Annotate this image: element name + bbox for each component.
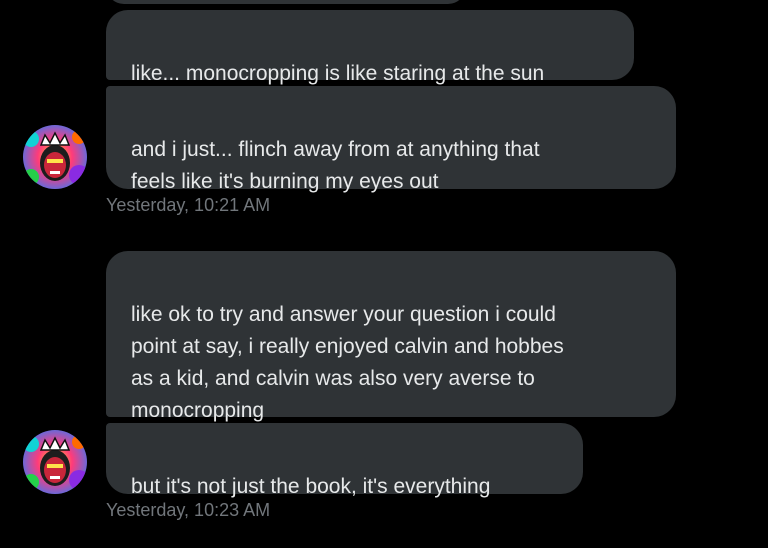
sender-avatar[interactable] <box>23 430 87 494</box>
message-text: but it's not just the book, it's everyth… <box>131 475 491 498</box>
message-bubble[interactable]: like... monocropping is like staring at … <box>106 10 634 85</box>
message-bubble[interactable]: and i just... flinch away from at anythi… <box>106 86 676 193</box>
message-bubble[interactable]: like ok to try and answer your question … <box>106 251 676 422</box>
message-text: like... monocropping is like staring at … <box>131 62 545 85</box>
message-text: and i just... flinch away from at anythi… <box>131 138 540 193</box>
message-timestamp: Yesterday, 10:23 AM <box>106 500 271 520</box>
message-bubble[interactable]: but it's not just the book, it's everyth… <box>106 423 583 498</box>
message-thread: like... monocropping is like staring at … <box>0 0 768 548</box>
message-timestamp: Yesterday, 10:21 AM <box>106 195 271 215</box>
message-text: like ok to try and answer your question … <box>131 303 564 422</box>
colorful-portrait-avatar-icon <box>23 430 87 494</box>
colorful-portrait-avatar-icon <box>23 125 87 189</box>
previous-message-bubble[interactable] <box>106 0 466 4</box>
sender-avatar[interactable] <box>23 125 87 189</box>
